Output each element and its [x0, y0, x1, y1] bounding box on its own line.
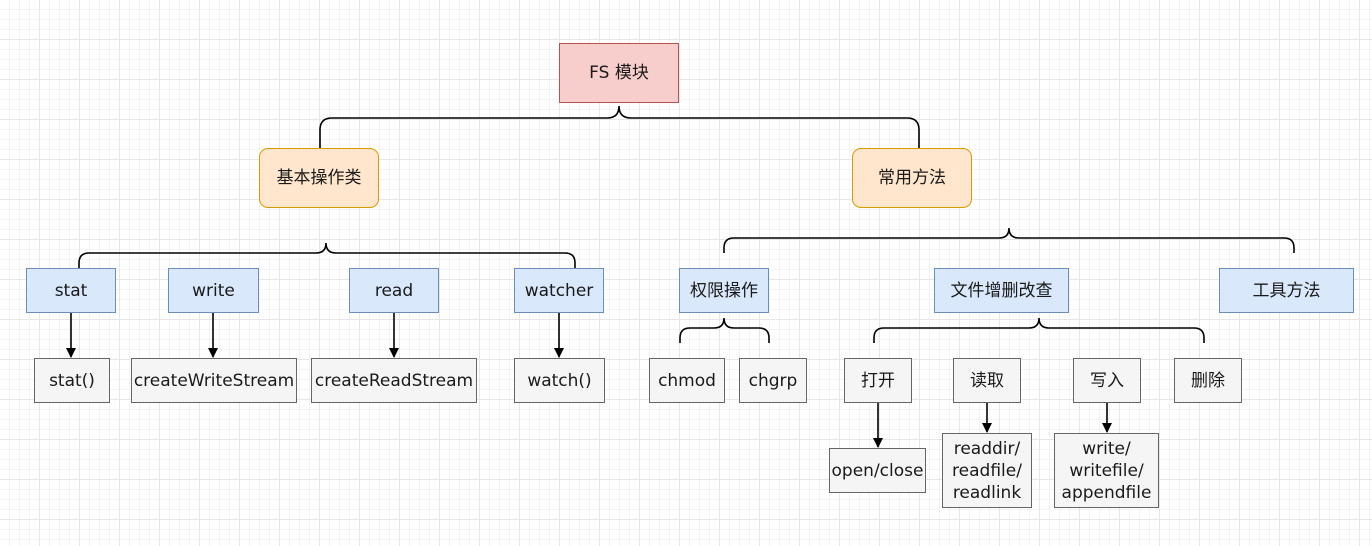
node-read-cn[interactable]: 读取 — [953, 358, 1021, 403]
node-read[interactable]: read — [349, 268, 439, 313]
node-create-write-stream[interactable]: createWriteStream — [131, 358, 297, 403]
node-open[interactable]: 打开 — [844, 358, 912, 403]
node-watcher[interactable]: watcher — [514, 268, 604, 313]
node-tools[interactable]: 工具方法 — [1219, 268, 1354, 313]
node-chmod[interactable]: chmod — [649, 358, 725, 403]
node-open-close[interactable]: open/close — [829, 448, 926, 493]
permission-brace — [679, 317, 770, 343]
node-permission[interactable]: 权限操作 — [679, 268, 769, 313]
file-crud-brace — [873, 317, 1205, 343]
common-methods-brace — [723, 227, 1295, 253]
node-file-crud[interactable]: 文件增删改查 — [934, 268, 1069, 313]
root-brace — [319, 105, 920, 148]
basic-ops-brace — [78, 242, 576, 268]
node-writefile-group[interactable]: write/ writefile/ appendfile — [1054, 433, 1159, 508]
mind-map-diagram: FS 模块 基本操作类 常用方法 stat write read watcher… — [0, 0, 1372, 546]
node-watch-method[interactable]: watch() — [514, 358, 605, 403]
node-stat-method[interactable]: stat() — [34, 358, 110, 403]
node-write[interactable]: write — [168, 268, 259, 313]
category-basic-ops[interactable]: 基本操作类 — [259, 148, 379, 208]
node-create-read-stream[interactable]: createReadStream — [311, 358, 477, 403]
root-node[interactable]: FS 模块 — [559, 43, 679, 103]
node-stat[interactable]: stat — [26, 268, 116, 313]
node-delete-cn[interactable]: 删除 — [1174, 358, 1242, 403]
node-readdir-group[interactable]: readdir/ readfile/ readlink — [942, 433, 1032, 508]
node-chgrp[interactable]: chgrp — [739, 358, 807, 403]
category-common-methods[interactable]: 常用方法 — [852, 148, 972, 208]
node-write-cn[interactable]: 写入 — [1073, 358, 1141, 403]
